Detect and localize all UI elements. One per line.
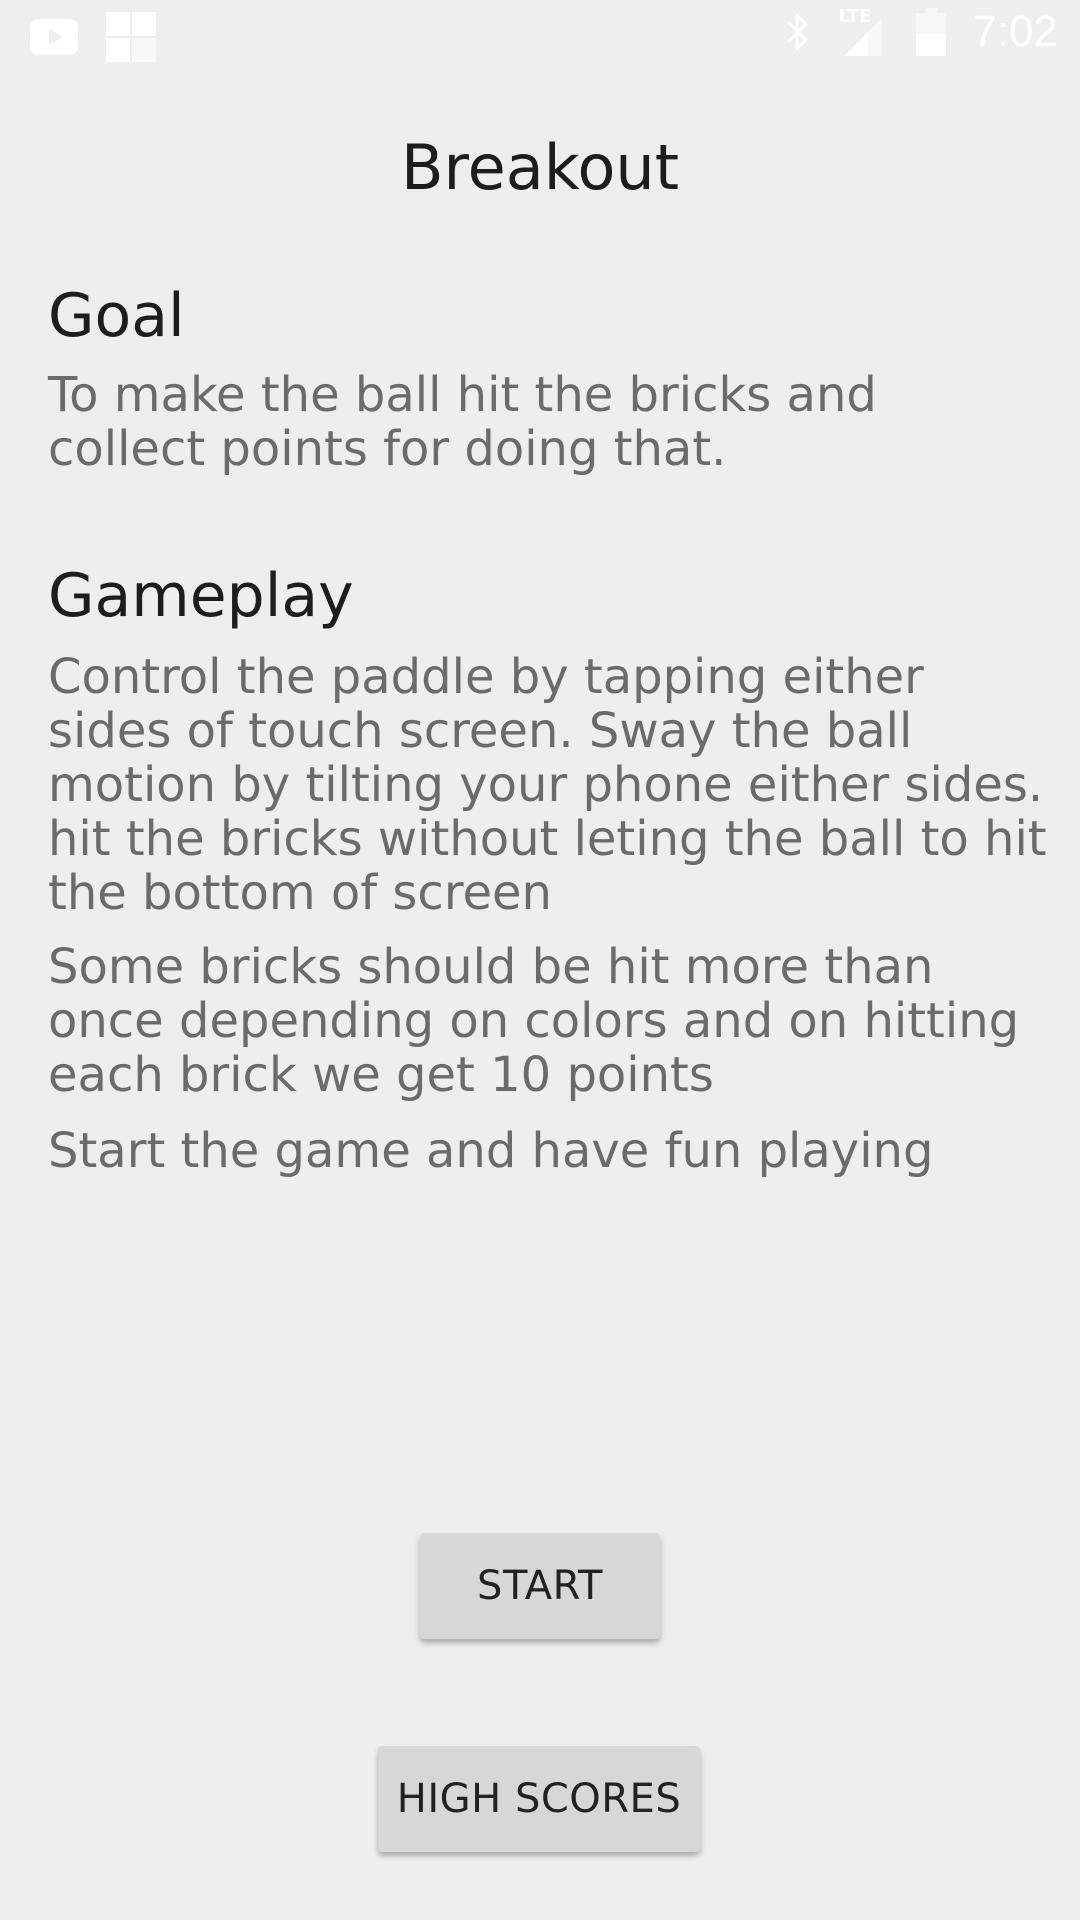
gameplay-paragraph-controls: Control the paddle by tapping either sid… — [48, 649, 1047, 921]
youtube-icon — [30, 19, 78, 55]
gameplay-paragraph-start: Start the game and have fun playing — [48, 1123, 934, 1179]
bluetooth-icon — [787, 12, 809, 52]
goal-heading: Goal — [48, 281, 185, 351]
game-notification-icon — [106, 12, 156, 62]
status-bar: LTE 7:02 — [0, 0, 1080, 75]
gameplay-heading: Gameplay — [48, 561, 354, 631]
page-title: Breakout — [400, 131, 680, 204]
goal-text: To make the ball hit the bricks and coll… — [48, 367, 877, 477]
gameplay-paragraph-points: Some bricks should be hit more than once… — [48, 939, 1020, 1103]
start-button[interactable]: START — [420, 1533, 660, 1639]
clock: 7:02 — [972, 7, 1058, 56]
battery-icon — [916, 8, 947, 56]
system-icons: LTE 7:02 — [782, 6, 1058, 56]
lte-signal-icon: LTE — [838, 6, 890, 56]
notification-icons — [30, 12, 156, 62]
high-scores-button[interactable]: HIGH SCORES — [378, 1746, 700, 1852]
